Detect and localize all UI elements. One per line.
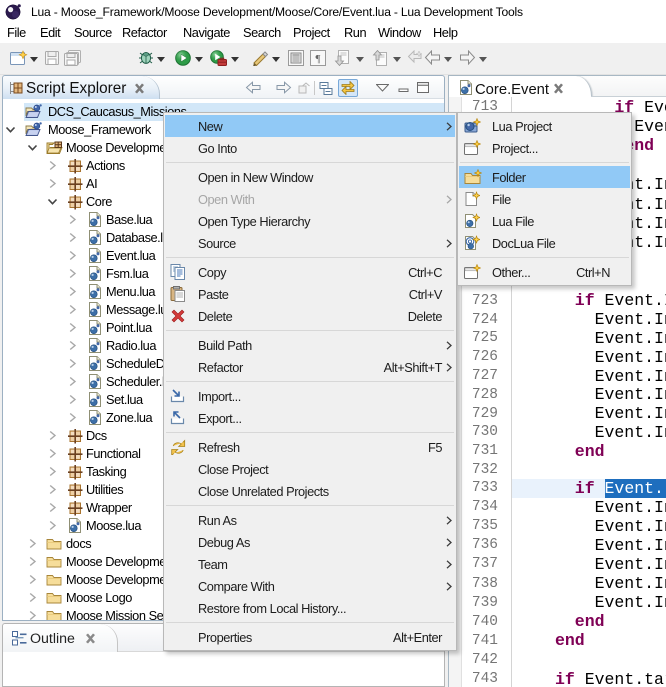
svg-text:¶: ¶ [316, 53, 321, 65]
